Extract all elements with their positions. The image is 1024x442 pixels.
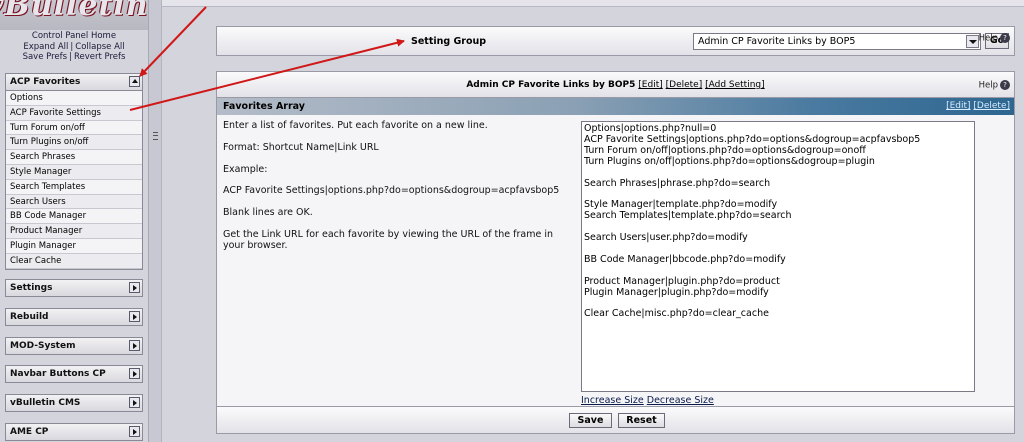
add-setting-link[interactable]: [Add Setting] (705, 80, 765, 90)
settings-panel: Admin CP Favorite Links by BOP5 [Edit] [… (216, 71, 1015, 434)
description-line: Example: (223, 163, 268, 175)
nav-group-label: Settings (10, 283, 53, 293)
collapse-all-link[interactable]: Collapse All (75, 42, 124, 52)
save-prefs-link[interactable]: Save Prefs (23, 52, 68, 62)
splitter-grip-icon[interactable] (153, 132, 158, 140)
nav-item-plugin-manager[interactable]: Plugin Manager (6, 238, 142, 254)
description-line: Format: Shortcut Name|Link URL (223, 141, 379, 153)
setting-group-panel: Setting Group Admin CP Favorite Links by… (216, 26, 1015, 56)
decrease-size-link[interactable]: Decrease Size (647, 395, 714, 406)
save-button[interactable]: Save (569, 413, 612, 428)
help-icon[interactable]: ? (1000, 33, 1010, 43)
revert-prefs-link[interactable]: Revert Prefs (74, 52, 125, 62)
expand-icon[interactable] (129, 311, 140, 322)
nav-group-rebuild[interactable]: Rebuild (5, 308, 143, 326)
setting-group-label: Setting Group (411, 36, 487, 47)
settings-panel-header: Admin CP Favorite Links by BOP5 [Edit] [… (217, 72, 1014, 98)
setting-actions: [Edit] [Delete] (946, 101, 1010, 111)
nav-group-acp-favorites[interactable]: ACP Favorites (5, 73, 143, 91)
help-label: Help (978, 33, 998, 44)
nav-item-turn-forum-onoff[interactable]: Turn Forum on/off (6, 120, 142, 136)
nav-group-ame-cp[interactable]: AME CP (5, 423, 143, 441)
nav-group-mod-system[interactable]: MOD-System (5, 337, 143, 355)
edit-setting-link[interactable]: [Edit] (946, 101, 970, 111)
panel-title: Admin CP Favorite Links by BOP5 [Edit] [… (217, 80, 1014, 90)
separator: | (70, 41, 74, 52)
setting-content: Enter a list of favorites. Put each favo… (217, 115, 1014, 406)
help-icon[interactable]: ? (1000, 80, 1010, 90)
nav-item-acp-favorite-settings[interactable]: ACP Favorite Settings (6, 105, 142, 121)
nav-group-label: vBulletin CMS (10, 398, 81, 408)
delete-setting-link[interactable]: [Delete] (973, 101, 1010, 111)
favorites-textarea[interactable] (581, 121, 975, 392)
help-link[interactable]: Help? (979, 80, 1010, 91)
control-panel-nav: vBulletin Control Panel Home Expand All |… (0, 0, 148, 442)
setting-title-bar: Favorites Array [Edit] [Delete] (217, 98, 1014, 115)
nav-item-bb-code-manager[interactable]: BB Code Manager (6, 209, 142, 225)
collapse-icon[interactable] (129, 76, 140, 87)
description-line: Enter a list of favorites. Put each favo… (223, 120, 488, 131)
nav-item-product-manager[interactable]: Product Manager (6, 224, 142, 239)
nav-group-navbar-buttons-cp[interactable]: Navbar Buttons CP (5, 365, 143, 383)
nav-links: Control Panel Home Expand All | Collapse A… (0, 31, 148, 63)
delete-group-link[interactable]: [Delete] (666, 80, 703, 90)
expand-icon[interactable] (129, 282, 140, 293)
expand-icon[interactable] (129, 340, 140, 351)
nav-item-search-phrases[interactable]: Search Phrases (6, 150, 142, 165)
description-line: Blank lines are OK. (223, 207, 313, 219)
nav-group-settings[interactable]: Settings (5, 279, 143, 297)
expand-all-link[interactable]: Expand All (23, 42, 68, 52)
panel-title-text: Admin CP Favorite Links by BOP5 (466, 80, 636, 90)
textarea-resize-links: Increase Size Decrease Size (581, 395, 714, 406)
nav-group-label: Navbar Buttons CP (10, 369, 106, 379)
dropdown-arrow-icon[interactable] (966, 35, 979, 48)
nav-item-search-users[interactable]: Search Users (6, 194, 142, 210)
nav-group-label: MOD-System (10, 341, 76, 351)
nav-item-options[interactable]: Options (6, 91, 142, 106)
setting-description: Enter a list of favorites. Put each favo… (223, 120, 573, 263)
description-line: ACP Favorite Settings|options.php?do=opt… (223, 185, 560, 197)
nav-group-label: ACP Favorites (10, 77, 81, 87)
edit-group-link[interactable]: [Edit] (638, 80, 662, 90)
nav-item-search-templates[interactable]: Search Templates (6, 179, 142, 195)
expand-icon[interactable] (129, 368, 140, 379)
help-link[interactable]: Help? (979, 33, 1010, 44)
acp-favorites-list: Options ACP Favorite Settings Turn Forum… (5, 91, 143, 270)
vbulletin-logo[interactable]: vBulletin (0, 0, 148, 30)
nav-group-label: Rebuild (10, 312, 49, 322)
top-frame-edge (162, 0, 1024, 7)
expand-icon[interactable] (129, 397, 140, 408)
nav-item-clear-cache[interactable]: Clear Cache (6, 253, 142, 269)
help-label: Help (978, 80, 998, 91)
setting-name: Favorites Array (223, 101, 305, 112)
frame-splitter[interactable] (148, 0, 162, 442)
nav-group-label: AME CP (10, 427, 49, 437)
nav-item-style-manager[interactable]: Style Manager (6, 164, 142, 180)
logo-text: vBulletin (0, 0, 148, 23)
setting-group-selected: Admin CP Favorite Links by BOP5 (698, 36, 856, 47)
description-line: Get the Link URL for each favorite by vi… (223, 228, 554, 251)
control-panel-home-link[interactable]: Control Panel Home (32, 31, 116, 41)
nav-group-vbulletin-cms[interactable]: vBulletin CMS (5, 394, 143, 412)
reset-button[interactable]: Reset (618, 413, 665, 428)
expand-icon[interactable] (129, 426, 140, 437)
setting-group-select[interactable]: Admin CP Favorite Links by BOP5 (693, 33, 981, 50)
separator: | (69, 52, 72, 62)
increase-size-link[interactable]: Increase Size (581, 395, 644, 406)
settings-footer: Save Reset (217, 406, 1014, 433)
nav-item-turn-plugins-onoff[interactable]: Turn Plugins on/off (6, 135, 142, 151)
